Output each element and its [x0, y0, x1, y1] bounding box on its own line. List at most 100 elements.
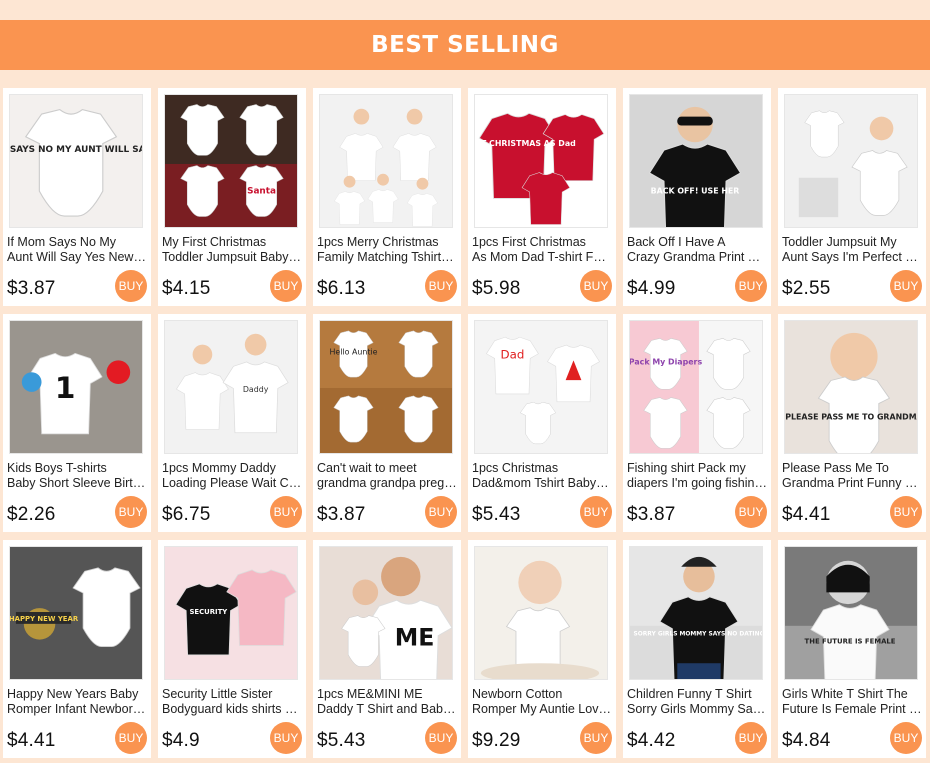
product-price: $4.99: [627, 278, 676, 299]
product-title-line-1: Please Pass Me To: [782, 461, 889, 475]
product-title-line-1: Children Funny T Shirt: [627, 687, 752, 701]
product-title[interactable]: 1pcs Merry Christmas Family Matching Tshi…: [317, 235, 457, 265]
product-image[interactable]: ME: [319, 546, 453, 680]
product-image[interactable]: PLEASE PASS ME TO GRANDMA: [784, 320, 918, 454]
buy-button[interactable]: BUY: [735, 722, 767, 754]
product-image[interactable]: Dad: [474, 320, 608, 454]
buy-button[interactable]: BUY: [425, 722, 457, 754]
svg-text:THE FUTURE IS FEMALE: THE FUTURE IS FEMALE: [805, 638, 896, 646]
product-image[interactable]: Hello Auntie: [319, 320, 453, 454]
product-image[interactable]: [784, 94, 918, 228]
product-title-line-1: 1pcs Christmas: [472, 461, 559, 475]
product-card[interactable]: 1pcs Merry Christmas Family Matching Tshi…: [313, 88, 461, 306]
product-image[interactable]: HAPPY NEW YEAR: [9, 546, 143, 680]
product-card[interactable]: Pack My Diapers Fishing shirt Pack my diap…: [623, 314, 771, 532]
product-card[interactable]: ME 1pcs ME&MINI ME Daddy T Shirt and Baby …: [313, 540, 461, 758]
product-image[interactable]: Pack My Diapers: [629, 320, 763, 454]
product-title[interactable]: 1pcs ChristmasDad&mom Tshirt Baby Romper…: [472, 461, 612, 491]
product-title[interactable]: Newborn CottonRomper My Auntie Loves Me …: [472, 687, 612, 717]
buy-button[interactable]: BUY: [115, 270, 147, 302]
product-title-line-1: Kids Boys T-shirts: [7, 461, 107, 475]
product-title[interactable]: Security Little Sister Bodyguard kids shi…: [162, 687, 302, 717]
product-card[interactable]: Santa My First Christmas Toddler Jumpsuit …: [158, 88, 306, 306]
product-title-line-1: Toddler Jumpsuit My: [782, 235, 897, 249]
product-image[interactable]: [319, 94, 453, 228]
product-title-line-2: As Mom Dad T-shirt Family Look: [472, 250, 612, 264]
buy-button[interactable]: BUY: [735, 270, 767, 302]
product-image[interactable]: SORRY GIRLS MOMMY SAYS NO DATING: [629, 546, 763, 680]
product-title[interactable]: Can't wait to meet grandma grandpa pregna…: [317, 461, 457, 491]
buy-button[interactable]: BUY: [580, 496, 612, 528]
product-title[interactable]: Kids Boys T-shirts Baby Short Sleeve Birt…: [7, 461, 147, 491]
product-title[interactable]: Children Funny T Shirt Sorry Girls Mommy …: [627, 687, 767, 717]
product-price: $3.87: [627, 504, 676, 525]
product-image[interactable]: FIRST CHRISTMAS AS Dad: [474, 94, 608, 228]
product-title[interactable]: Back Off I Have A Crazy Grandma Print T S…: [627, 235, 767, 265]
product-title[interactable]: Fishing shirt Pack my diapers I'm going f…: [627, 461, 767, 491]
svg-text:HAPPY NEW YEAR: HAPPY NEW YEAR: [10, 615, 79, 623]
buy-button[interactable]: BUY: [890, 496, 922, 528]
product-image[interactable]: 1: [9, 320, 143, 454]
product-card[interactable]: Hello Auntie Can't wait to meet grandma gr…: [313, 314, 461, 532]
product-image[interactable]: [474, 546, 608, 680]
product-title-line-1: Happy New Years Baby: [7, 687, 139, 701]
product-card[interactable]: Dad 1pcs ChristmasDad&mom Tshirt Baby Rom…: [468, 314, 616, 532]
product-card[interactable]: SORRY GIRLS MOMMY SAYS NO DATING Children…: [623, 540, 771, 758]
product-title[interactable]: Toddler Jumpsuit My Aunt Says I'm Perfect…: [782, 235, 922, 265]
buy-button[interactable]: BUY: [270, 496, 302, 528]
buy-button[interactable]: BUY: [115, 496, 147, 528]
product-card[interactable]: HAPPY NEW YEAR Happy New Years Baby Romper…: [3, 540, 151, 758]
product-title-line-2: Romper My Auntie Loves Me To The Moon: [472, 702, 612, 716]
buy-button[interactable]: BUY: [580, 722, 612, 754]
product-image[interactable]: Santa: [164, 94, 298, 228]
product-image[interactable]: BACK OFF! USE HER: [629, 94, 763, 228]
product-card[interactable]: PLEASE PASS ME TO GRANDMA Please Pass Me …: [778, 314, 926, 532]
product-title[interactable]: Please Pass Me ToGrandma Print Funny Bab…: [782, 461, 922, 491]
product-title[interactable]: My First Christmas Toddler Jumpsuit Baby …: [162, 235, 302, 265]
buy-button[interactable]: BUY: [425, 496, 457, 528]
product-card[interactable]: 1 Kids Boys T-shirts Baby Short Sleeve Bir…: [3, 314, 151, 532]
product-card[interactable]: Toddler Jumpsuit My Aunt Says I'm Perfect…: [778, 88, 926, 306]
product-title-line-1: 1pcs Merry Christmas: [317, 235, 439, 249]
product-title[interactable]: If Mom Says No My Aunt Will Say Yes Newbo…: [7, 235, 147, 265]
product-title[interactable]: Happy New Years Baby Romper Infant Newbor…: [7, 687, 147, 717]
product-title[interactable]: 1pcs First Christmas As Mom Dad T-shirt F…: [472, 235, 612, 265]
product-title-line-2: Bodyguard kids shirts sibling set: [162, 702, 302, 716]
product-image[interactable]: SECURITY: [164, 546, 298, 680]
svg-text:SECURITY: SECURITY: [189, 608, 228, 616]
product-price: $6.13: [317, 278, 366, 299]
svg-text:Pack My Diapers: Pack My Diapers: [630, 357, 702, 366]
product-card[interactable]: SECURITY Security Little Sister Bodyguard …: [158, 540, 306, 758]
buy-button[interactable]: BUY: [580, 270, 612, 302]
product-price: $5.43: [317, 730, 366, 751]
buy-button[interactable]: BUY: [735, 496, 767, 528]
product-title-line-1: Fishing shirt Pack my: [627, 461, 746, 475]
product-title[interactable]: Girls White T Shirt The Future Is Female …: [782, 687, 922, 717]
buy-button[interactable]: BUY: [115, 722, 147, 754]
buy-button[interactable]: BUY: [890, 722, 922, 754]
product-card[interactable]: THE FUTURE IS FEMALE Girls White T Shirt …: [778, 540, 926, 758]
product-title-line-2: Family Matching Tshirt Outfits: [317, 250, 457, 264]
product-image[interactable]: Daddy: [164, 320, 298, 454]
product-card[interactable]: Daddy 1pcs Mommy Daddy Loading Please Wait…: [158, 314, 306, 532]
product-title[interactable]: 1pcs ME&MINI MEDaddy T Shirt and Baby Ro…: [317, 687, 457, 717]
product-title[interactable]: 1pcs Mommy DaddyLoading Please Wait Coup…: [162, 461, 302, 491]
product-card[interactable]: BACK OFF! USE HER Back Off I Have A Crazy …: [623, 88, 771, 306]
buy-button[interactable]: BUY: [425, 270, 457, 302]
product-image[interactable]: IF MOM SAYS NO MY AUNT WILL SAY YES: [9, 94, 143, 228]
buy-button[interactable]: BUY: [890, 270, 922, 302]
buy-button[interactable]: BUY: [270, 722, 302, 754]
section-title: BEST SELLING: [371, 32, 559, 58]
product-title-line-1: Can't wait to meet: [317, 461, 417, 475]
product-card[interactable]: FIRST CHRISTMAS AS Dad 1pcs First Christm…: [468, 88, 616, 306]
product-title-line-1: If Mom Says No My: [7, 235, 117, 249]
product-card[interactable]: IF MOM SAYS NO MY AUNT WILL SAY YES If Mo…: [3, 88, 151, 306]
product-title-line-1: 1pcs First Christmas: [472, 235, 586, 249]
product-image[interactable]: THE FUTURE IS FEMALE: [784, 546, 918, 680]
buy-button[interactable]: BUY: [270, 270, 302, 302]
product-title-line-2: Aunt Says I'm Perfect Baby Romper: [782, 250, 922, 264]
product-card[interactable]: Newborn CottonRomper My Auntie Loves Me …: [468, 540, 616, 758]
product-title-line-1: Girls White T Shirt The: [782, 687, 908, 701]
svg-text:ME: ME: [395, 624, 435, 652]
product-title-line-1: Newborn Cotton: [472, 687, 563, 701]
